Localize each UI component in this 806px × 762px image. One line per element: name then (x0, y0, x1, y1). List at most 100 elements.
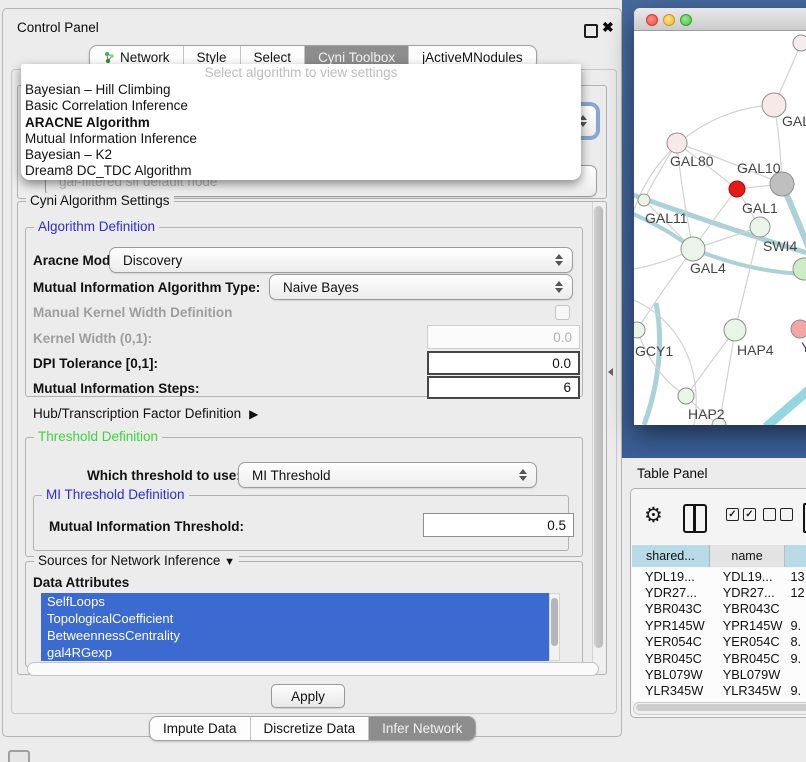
network-node[interactable] (729, 181, 745, 197)
table-row[interactable]: YDR27...YDR27...12 (632, 584, 806, 600)
unchecked-checkbox-icon[interactable] (780, 508, 793, 521)
node-label: HAP4 (737, 342, 774, 358)
table-cell: YBR043C (710, 601, 786, 616)
kernel-width-field[interactable]: 0.0 (427, 325, 580, 349)
threshold-definition-title: Threshold Definition (34, 429, 162, 444)
node-label: GAL (782, 113, 806, 129)
table-row[interactable]: YBR043CYBR043C (632, 601, 806, 617)
tab-label: Impute Data (163, 717, 237, 740)
table-cell: YDL19... (632, 569, 710, 584)
unchecked-checkbox-icon[interactable] (763, 508, 776, 521)
close-traffic-light-icon[interactable] (646, 14, 658, 26)
network-node-gal11[interactable] (638, 194, 650, 206)
table-row[interactable]: YPR145WYPR145W9. (632, 617, 806, 633)
table-horizontal-scrollbar[interactable] (633, 702, 806, 715)
table-row[interactable]: YDL19...YDL19...13 (632, 568, 806, 584)
mi-type-label: Mutual Information Algorithm Type: (33, 280, 260, 295)
settings-vertical-scrollbar[interactable] (592, 202, 605, 671)
network-view-window: GALGAL80GAL10GAL1GAL11GAL4SWI4GCY1HAP4YH… (634, 8, 806, 425)
network-window-titlebar[interactable] (634, 8, 806, 31)
algorithm-option[interactable]: Bayesian – K2 (21, 147, 581, 163)
network-node-hap4[interactable] (724, 319, 746, 341)
algorithm-option[interactable]: Dream8 DC_TDC Algorithm (21, 163, 581, 179)
mi-threshold-field[interactable]: 0.5 (423, 513, 574, 537)
zoom-traffic-light-icon[interactable] (680, 14, 692, 26)
network-node-gal1[interactable] (750, 217, 770, 237)
node-label: GAL11 (645, 210, 688, 226)
float-window-icon[interactable] (584, 24, 598, 38)
attribute-item[interactable]: SelfLoops (41, 593, 549, 610)
checked-checkbox-icon[interactable]: ✓ (743, 508, 756, 521)
table-row[interactable]: YBR045CYBR045C9. (632, 650, 806, 666)
tab-impute-data[interactable]: Impute Data (150, 717, 251, 740)
node-label: GAL1 (742, 200, 778, 216)
control-panel-title: Control Panel (17, 20, 99, 35)
node-label: GAL80 (670, 153, 714, 169)
manual-kernel-checkbox[interactable] (555, 305, 570, 320)
algorithm-option[interactable]: Basic Correlation Inference (21, 98, 581, 114)
bottom-partial-button[interactable] (8, 750, 30, 762)
hub-definition-expander[interactable]: Hub/Transcription Factor Definition ▶ (33, 406, 258, 421)
algorithm-list: Bayesian – Hill ClimbingBasic Correlatio… (21, 82, 581, 180)
node-label: GCY1 (635, 343, 673, 359)
tab-infer-network[interactable]: Infer Network (369, 717, 475, 740)
table-cell: YDR27... (710, 585, 786, 600)
gear-icon[interactable]: ⚙ (644, 505, 663, 526)
network-node-gcy1[interactable] (634, 322, 645, 338)
table-header-row: shared...nameA (632, 545, 806, 567)
attribute-item[interactable]: BetweennessCentrality (41, 627, 549, 644)
network-node-y[interactable] (791, 320, 806, 338)
aracne-mode-value: Discovery (123, 248, 182, 272)
algorithm-option[interactable]: Bayesian – Hill Climbing (21, 82, 581, 98)
column-header[interactable]: A (785, 545, 806, 567)
column-header[interactable]: shared... (632, 545, 710, 567)
combo-arrows-icon (555, 254, 563, 266)
close-icon[interactable]: ✖ (602, 19, 614, 36)
panel-splitter-grip-icon[interactable] (608, 368, 613, 376)
sources-title[interactable]: Sources for Network Inference ▼ (34, 553, 239, 568)
checked-checkbox-icon[interactable]: ✓ (726, 508, 739, 521)
network-canvas[interactable]: GALGAL80GAL10GAL1GAL11GAL4SWI4GCY1HAP4YH… (634, 31, 806, 425)
screen: Control Panel ✖ NetworkStyleSelectCyni T… (0, 0, 806, 762)
column-header[interactable]: name (710, 545, 786, 567)
table-cell: 9. (785, 700, 806, 701)
table-row[interactable]: YLR345WYLR345W9. (632, 683, 806, 699)
attribute-item[interactable]: gal4RGexp (41, 644, 549, 661)
table-row[interactable]: YBL079WYBL079W (632, 666, 806, 682)
table-cell: YBR043C (632, 601, 710, 616)
network-node-swi4[interactable] (793, 258, 806, 280)
mi-threshold-label: Mutual Information Threshold: (49, 519, 244, 534)
node-label: GAL4 (690, 260, 726, 276)
table-cell: 9. (785, 683, 806, 698)
network-node-gal80[interactable] (667, 133, 687, 153)
table-cell: YIL052C (632, 700, 710, 701)
minimize-traffic-light-icon[interactable] (663, 14, 675, 26)
attribute-item[interactable]: TopologicalCoefficient (41, 610, 549, 627)
aracne-mode-combobox[interactable]: Discovery (109, 247, 573, 273)
settings-horizontal-scrollbar[interactable] (27, 662, 599, 676)
dpi-tolerance-field[interactable]: 0.0 (427, 351, 580, 375)
table-cell: YLR345W (632, 683, 710, 698)
columns-icon[interactable] (683, 504, 707, 533)
table-panel-area: Table Panel ⚙ ✓ ✓ shared...nameA YDL19..… (622, 458, 806, 762)
mi-type-combobox[interactable]: Naive Bayes (269, 274, 573, 300)
tab-label: Discretize Data (264, 717, 356, 740)
table-cell: YIL052C (710, 700, 786, 701)
table-row[interactable]: YER054CYER054C8. (632, 634, 806, 650)
tab-discretize-data[interactable]: Discretize Data (251, 717, 370, 740)
algorithm-option[interactable]: ARACNE Algorithm (21, 115, 581, 131)
network-node[interactable] (793, 35, 806, 51)
attributes-scrollbar[interactable] (549, 593, 560, 661)
table-cell: 13 (785, 569, 806, 584)
network-node-hap2[interactable] (678, 388, 694, 404)
which-threshold-combobox[interactable]: MI Threshold (238, 462, 537, 488)
table-cell: YBR045C (632, 651, 710, 666)
which-threshold-value: MI Threshold (252, 463, 331, 487)
algorithm-option[interactable]: Mutual Information Inference (21, 131, 581, 147)
manual-kernel-label: Manual Kernel Width Definition (33, 305, 232, 320)
network-node-gal4[interactable] (681, 237, 705, 261)
mi-steps-field[interactable]: 6 (427, 376, 580, 399)
network-icon (103, 51, 115, 64)
apply-button[interactable]: Apply (271, 684, 345, 708)
table-row[interactable]: YIL052CYIL052C9. (632, 699, 806, 701)
